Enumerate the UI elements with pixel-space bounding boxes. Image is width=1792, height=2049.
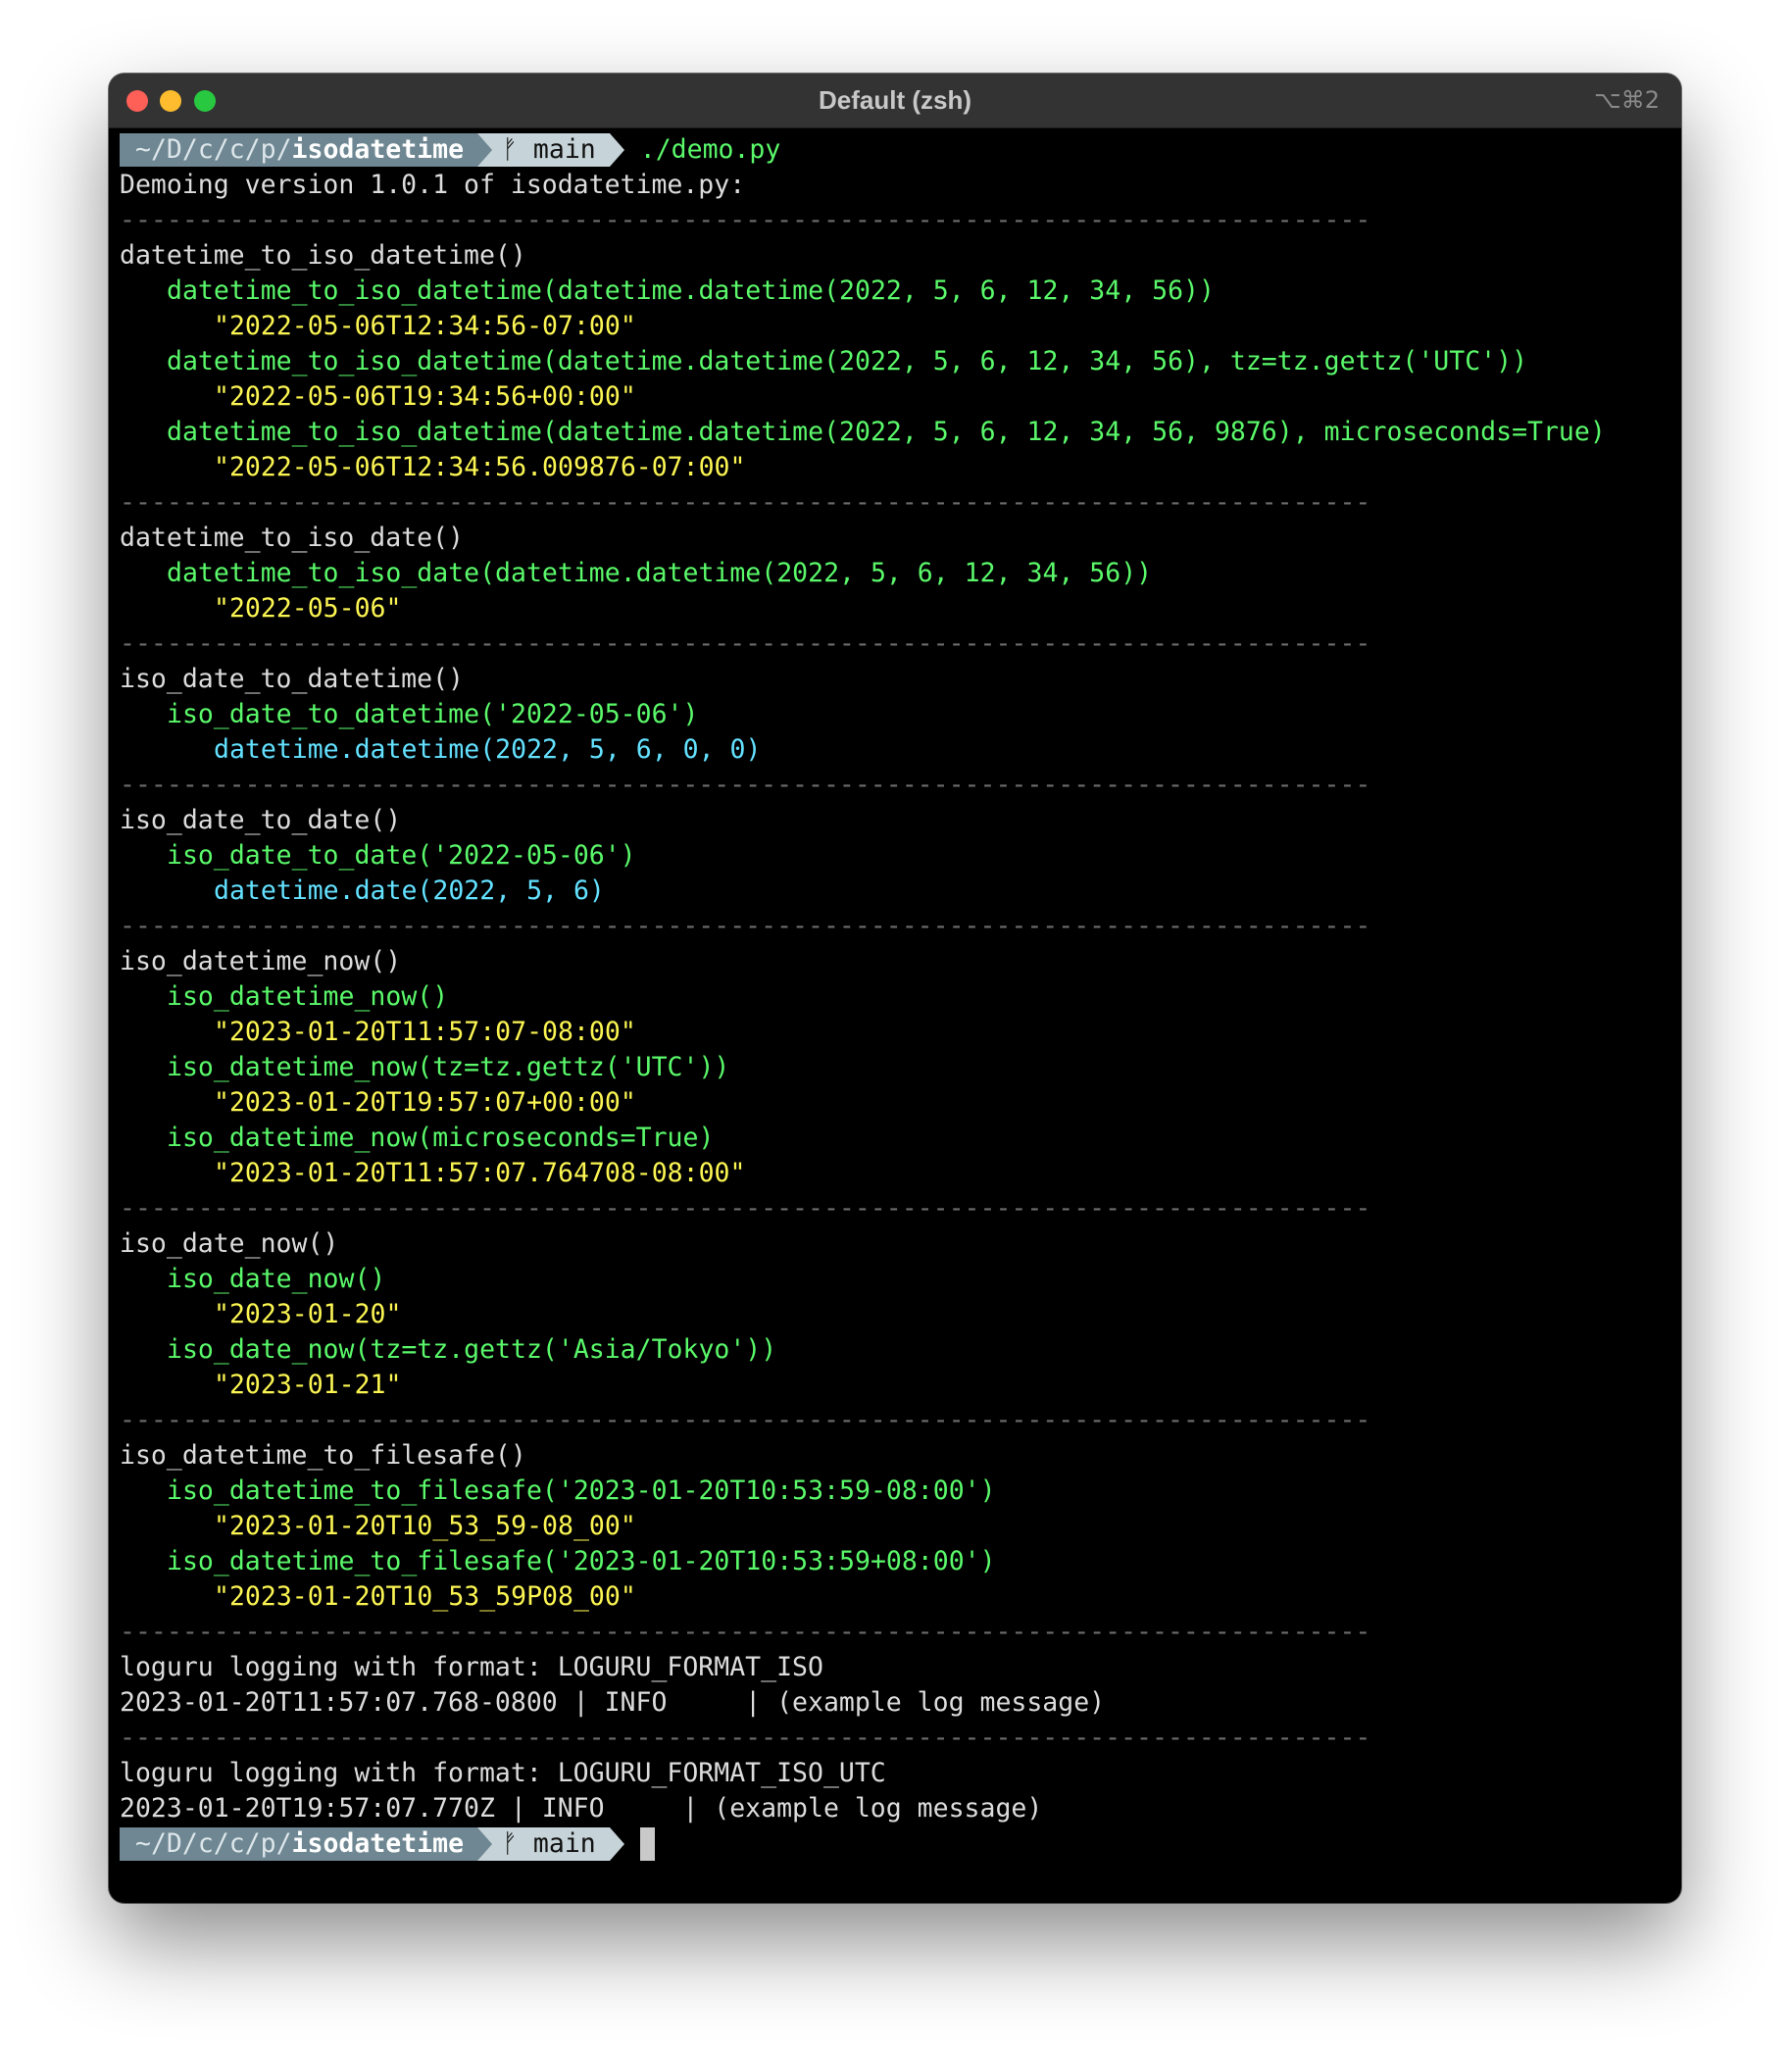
output-line: Demoing version 1.0.1 of isodatetime.py:: [120, 170, 746, 200]
result-line: "2023-01-20": [214, 1299, 402, 1329]
result-line: "2023-01-20T19:57:07+00:00": [214, 1087, 636, 1118]
result-line: "2023-01-20T11:57:07-08:00": [214, 1017, 636, 1047]
prompt-path-segment: ~/D/c/c/p/isodatetime: [120, 133, 478, 167]
prompt-branch-name: main: [532, 134, 596, 165]
function-call-line: datetime_to_iso_datetime(datetime.dateti…: [167, 417, 1606, 447]
result-line: "2022-05-06T12:34:56.009876-07:00": [214, 452, 746, 482]
prompt-line-active: ~/D/c/c/p/isodatetime ᚠ main: [120, 1826, 1673, 1862]
function-call-line: iso_datetime_now(tz=tz.gettz('UTC')): [167, 1052, 730, 1082]
output-line: loguru logging with format: LOGURU_FORMA…: [120, 1652, 823, 1682]
prompt-branch-segment: ᚠ main: [492, 1827, 610, 1861]
function-call-line: iso_date_to_date('2022-05-06'): [167, 840, 636, 871]
function-call-line: iso_datetime_now(microseconds=True): [167, 1123, 715, 1153]
separator-rule: ----------------------------------------…: [120, 1617, 1371, 1647]
function-call-line: iso_date_to_datetime('2022-05-06'): [167, 699, 699, 729]
result-line: "2022-05-06T12:34:56-07:00": [214, 311, 636, 341]
result-line: "2023-01-21": [214, 1370, 402, 1400]
prompt-path-current: isodatetime: [291, 1828, 465, 1859]
separator-rule: ----------------------------------------…: [120, 1405, 1371, 1435]
separator-rule: ----------------------------------------…: [120, 911, 1371, 941]
output-line: 2023-01-20T11:57:07.768-0800 | INFO | (e…: [120, 1687, 1106, 1718]
function-call-line: iso_datetime_now(): [167, 981, 449, 1012]
function-call-line: iso_date_now(tz=tz.gettz('Asia/Tokyo')): [167, 1334, 777, 1365]
output-line: datetime_to_iso_date(): [120, 523, 464, 553]
prompt-branch-segment: ᚠ main: [492, 133, 610, 167]
prompt-command: ./demo.py: [639, 134, 781, 165]
title-bar: Default (zsh) ⌥⌘2: [109, 74, 1681, 128]
result-line: "2022-05-06": [214, 593, 402, 624]
window-title: Default (zsh): [819, 85, 971, 115]
function-call-line: datetime_to_iso_datetime(datetime.dateti…: [167, 275, 1215, 306]
function-call-line: iso_datetime_to_filesafe('2023-01-20T10:…: [167, 1475, 996, 1506]
result-line: "2023-01-20T10_53_59-08_00": [214, 1511, 636, 1541]
result-line: "2023-01-20T10_53_59P08_00": [214, 1581, 636, 1612]
object-result-line: datetime.datetime(2022, 5, 6, 0, 0): [214, 734, 762, 765]
terminal-output[interactable]: ~/D/c/c/p/isodatetime ᚠ main ./demo.py Dem…: [120, 132, 1673, 1887]
separator-rule: ----------------------------------------…: [120, 487, 1371, 518]
object-result-line: datetime.date(2022, 5, 6): [214, 875, 605, 906]
output-line: iso_datetime_now(): [120, 946, 402, 976]
result-line: "2022-05-06T19:34:56+00:00": [214, 381, 636, 412]
output-line: iso_date_to_datetime(): [120, 664, 464, 694]
prompt-path-segment: ~/D/c/c/p/isodatetime: [120, 1827, 478, 1861]
prompt-path-dim: ~/D/c/c/p/: [135, 1828, 292, 1859]
output-line: datetime_to_iso_datetime(): [120, 240, 526, 271]
separator-rule: ----------------------------------------…: [120, 770, 1371, 800]
separator-rule: ----------------------------------------…: [120, 1193, 1371, 1224]
git-branch-icon: ᚠ: [502, 134, 518, 165]
output-line: loguru logging with format: LOGURU_FORMA…: [120, 1758, 886, 1788]
command-output: Demoing version 1.0.1 of isodatetime.py:…: [120, 168, 1673, 1826]
git-branch-icon: ᚠ: [502, 1828, 518, 1859]
result-line: "2023-01-20T11:57:07.764708-08:00": [214, 1158, 746, 1188]
function-call-line: datetime_to_iso_datetime(datetime.dateti…: [167, 346, 1528, 376]
powerline-arrow-icon: [477, 133, 493, 167]
separator-rule: ----------------------------------------…: [120, 1723, 1371, 1753]
output-line: 2023-01-20T19:57:07.770Z | INFO | (examp…: [120, 1793, 1043, 1824]
output-line: iso_date_now(): [120, 1228, 339, 1259]
prompt-path-current: isodatetime: [291, 134, 465, 165]
window-shortcut-label: ⌥⌘2: [1594, 86, 1660, 114]
prompt-path-dim: ~/D/c/c/p/: [135, 134, 292, 165]
function-call-line: datetime_to_iso_date(datetime.datetime(2…: [167, 558, 1153, 588]
terminal-window: Default (zsh) ⌥⌘2 ~/D/c/c/p/isodatetime ᚠ…: [109, 74, 1681, 1903]
text-cursor[interactable]: [639, 1827, 655, 1861]
output-line: iso_datetime_to_filesafe(): [120, 1440, 526, 1471]
separator-rule: ----------------------------------------…: [120, 628, 1371, 659]
function-call-line: iso_datetime_to_filesafe('2023-01-20T10:…: [167, 1546, 996, 1576]
separator-rule: ----------------------------------------…: [120, 205, 1371, 235]
powerline-arrow-icon: [477, 1827, 493, 1861]
prompt-branch-name: main: [532, 1828, 596, 1859]
powerline-arrow-icon: [609, 1827, 624, 1861]
output-line: iso_date_to_date(): [120, 805, 402, 835]
powerline-arrow-icon: [609, 133, 624, 167]
prompt-line: ~/D/c/c/p/isodatetime ᚠ main ./demo.py: [120, 132, 1673, 168]
function-call-line: iso_date_now(): [167, 1264, 386, 1294]
